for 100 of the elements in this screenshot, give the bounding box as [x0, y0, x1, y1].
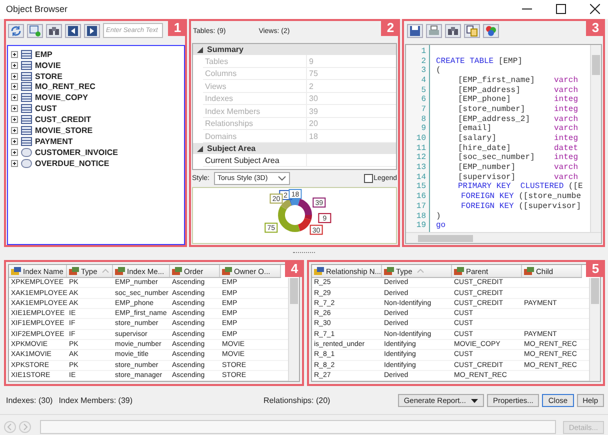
expand-icon[interactable] — [11, 105, 18, 112]
expand-icon[interactable] — [11, 72, 18, 80]
tree-item[interactable]: EMP — [11, 48, 184, 60]
expand-icon[interactable] — [11, 94, 18, 102]
previous-button[interactable] — [65, 24, 81, 38]
tree-item[interactable]: PAYMENT — [11, 136, 184, 147]
column-icon — [222, 266, 232, 276]
table-icon — [21, 136, 32, 146]
collapse-icon[interactable] — [197, 146, 203, 152]
table-icon — [21, 93, 32, 102]
code-text: PRIMARY KEY CLUSTERED ([E — [458, 182, 583, 192]
refresh-button[interactable] — [8, 24, 24, 38]
expand-icon[interactable] — [11, 50, 18, 58]
line-number: 10 — [415, 134, 426, 144]
table-icon — [21, 50, 32, 59]
next-button[interactable] — [84, 24, 100, 38]
tree-item[interactable]: CUSTOMER_INVOICE — [11, 146, 184, 158]
line-number: 3 — [420, 66, 426, 76]
code-text: [soc_sec_number] — [458, 153, 536, 163]
tree-item[interactable]: CUST — [11, 103, 184, 114]
tree-item[interactable]: MOVIE — [11, 60, 184, 71]
code-text: [email] — [458, 124, 493, 134]
indexes-count: Indexes: (30) — [6, 396, 53, 406]
line-number: 19 — [415, 221, 426, 231]
property-name: Tables — [204, 56, 230, 66]
section-header[interactable]: Summary — [193, 44, 396, 56]
code-text: [EMP_address] — [458, 86, 522, 95]
column-icon — [454, 266, 464, 276]
panel-number: 1 — [168, 18, 187, 36]
code-type: integ — [554, 95, 578, 105]
table-icon — [21, 82, 32, 92]
code-type: varch — [554, 163, 578, 173]
code-text: [EMP_address_2] — [458, 114, 532, 124]
path-field[interactable] — [40, 420, 556, 434]
code-text: FOREIGN KEY ([store_numbe — [461, 192, 582, 202]
property-value: 2 — [306, 80, 396, 92]
panel-number: 5 — [586, 260, 605, 278]
line-number: 11 — [415, 144, 426, 154]
relationships-count: Relationships: (20) — [264, 396, 330, 406]
expand-icon[interactable] — [11, 160, 18, 167]
code-text: [salary] — [458, 134, 498, 144]
line-number: 9 — [420, 124, 426, 134]
property-value: 30 — [306, 92, 396, 104]
find-button[interactable] — [445, 24, 461, 38]
code-text: [EMP_first_name] — [458, 76, 536, 86]
property-name: Domains — [204, 132, 238, 141]
save-button[interactable] — [407, 24, 423, 38]
code-text: [EMP_number] — [458, 163, 517, 173]
property-name: Relationships — [204, 119, 254, 128]
property-value: 9 — [306, 55, 396, 67]
splitter-grip[interactable] — [293, 252, 315, 256]
add-button[interactable] — [27, 24, 43, 38]
code-text: go — [436, 221, 446, 231]
find-button[interactable] — [46, 24, 62, 38]
column-icon — [314, 266, 324, 276]
column-icon — [172, 266, 182, 276]
table-icon — [21, 126, 32, 136]
line-number: 7 — [420, 104, 426, 115]
expand-icon[interactable] — [11, 127, 18, 134]
property-value: 20 — [306, 118, 396, 130]
code-type: integ — [554, 153, 578, 163]
expand-icon[interactable] — [11, 83, 18, 90]
line-number: 8 — [420, 114, 426, 124]
tree-item[interactable]: MO_RENT_REC — [11, 82, 184, 92]
tree-item[interactable]: OVERDUE_NOTICE — [11, 158, 184, 169]
tree-item[interactable]: MOVIE_COPY — [11, 92, 184, 104]
tree-item[interactable]: STORE — [11, 70, 184, 82]
code-type: varch — [554, 124, 578, 134]
line-number: 5 — [420, 86, 426, 96]
tree-item[interactable]: MOVIE_STORE — [11, 125, 184, 136]
collapse-icon[interactable] — [197, 46, 203, 53]
line-number: 13 — [415, 163, 426, 173]
scrollbar[interactable] — [288, 278, 299, 382]
panel-number: 3 — [586, 18, 605, 36]
code-type: integ — [554, 104, 578, 115]
code-text: ) — [436, 212, 441, 222]
line-number: 15 — [415, 182, 426, 192]
panel-number: 4 — [285, 260, 304, 278]
expand-icon[interactable] — [11, 62, 18, 69]
expand-icon[interactable] — [11, 148, 18, 156]
maximize-icon[interactable] — [556, 4, 566, 14]
property-value: 18 — [306, 130, 396, 142]
close-icon[interactable] — [590, 4, 600, 14]
panel-number: 2 — [381, 18, 400, 36]
caret-icon — [470, 398, 478, 403]
print-button[interactable] — [426, 24, 442, 38]
scrollbar[interactable] — [590, 44, 601, 232]
tree-item[interactable]: CUST_CREDIT — [11, 114, 184, 126]
code-type: varch — [554, 76, 578, 86]
column-icon — [69, 266, 79, 276]
line-number: 12 — [415, 153, 426, 164]
section-header[interactable]: Subject Area — [193, 142, 396, 154]
scrollbar[interactable] — [406, 232, 601, 244]
scrollbar[interactable] — [589, 278, 600, 382]
expand-icon[interactable] — [11, 116, 18, 124]
index-members-count: Index Members: (39) — [58, 396, 133, 406]
copy-button[interactable] — [464, 24, 480, 38]
expand-icon[interactable] — [11, 138, 18, 145]
property-value: 75 — [306, 68, 396, 80]
color-button[interactable] — [483, 24, 499, 38]
